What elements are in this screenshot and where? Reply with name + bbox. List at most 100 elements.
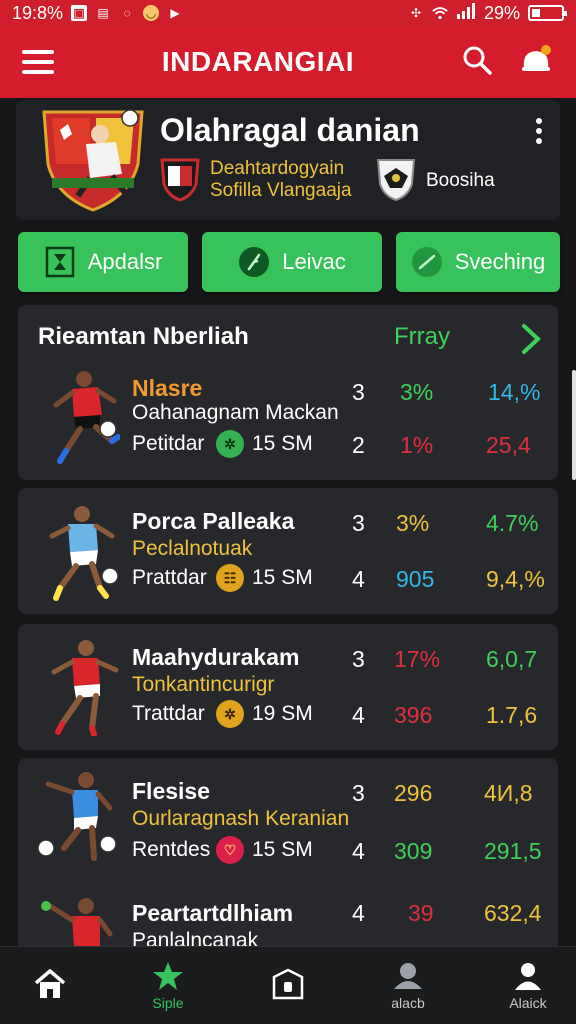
position-badge-icon: ♡ xyxy=(216,836,244,864)
player-time: 19 SM xyxy=(252,702,313,725)
status-left: 19:8% ▣ ▤ ◌ ◡ ▶ xyxy=(12,3,183,24)
stat-d1: 6,0,7 xyxy=(486,646,538,672)
link-icon: ✣ xyxy=(410,6,421,20)
player-card[interactable]: Rieamtan Nberliah Frray Nlasre Oahanagna… xyxy=(18,305,558,480)
battery-percent: 29% xyxy=(483,2,520,23)
stat-c2: 396 xyxy=(394,702,433,728)
status-right: ✣ 29% xyxy=(408,2,567,24)
app-notification-icon: ◡ xyxy=(143,5,160,21)
battery-level xyxy=(532,9,540,17)
match-title: Olahragal danian xyxy=(160,112,420,148)
signal-icon xyxy=(456,2,476,24)
battery-icon xyxy=(528,5,567,21)
chevron-right-icon[interactable] xyxy=(520,323,542,355)
profile-icon xyxy=(515,963,541,990)
tab-leivac[interactable]: Leivac xyxy=(202,232,382,292)
notifications-icon[interactable] xyxy=(518,42,554,83)
stat-a: 3 xyxy=(352,646,365,672)
home-team-name: Deahtardogyain Sofilla Vlangaaja xyxy=(210,158,352,202)
player-club: Peclalnotuak xyxy=(132,537,253,560)
player-card[interactable]: Porca Palleaka Peclalnotuak Prattdar ☷ 1… xyxy=(18,488,558,614)
home-team-line2: Sofilla Vlangaaja xyxy=(210,180,352,201)
gallery-icon: ▤ xyxy=(97,6,109,20)
status-time: 19:8% xyxy=(12,2,64,23)
search-icon[interactable] xyxy=(462,45,492,80)
stat-c2: 309 xyxy=(394,838,433,864)
more-options-icon[interactable] xyxy=(536,118,542,144)
home-team-line1: Deahtardogyain xyxy=(210,158,345,179)
nav-alaick[interactable]: Alaick xyxy=(478,947,576,1024)
tab-apdalsr[interactable]: Apdalsr xyxy=(18,232,188,292)
section-link[interactable]: Frray xyxy=(394,323,450,351)
stat-b: 4 xyxy=(352,566,365,592)
stat-a: 3 xyxy=(352,510,365,536)
home-icon xyxy=(34,969,66,998)
club-crest-icon xyxy=(42,109,144,212)
stat-c1: 3% xyxy=(400,379,434,405)
stat-a: 3 xyxy=(352,379,365,405)
nav-label: Siple xyxy=(152,995,184,1011)
player-club: Ourlaragnash Keranian xyxy=(132,807,350,830)
player-photo xyxy=(41,898,113,948)
player-name: Porca Palleaka xyxy=(132,508,295,534)
nav-label: Alaick xyxy=(509,995,547,1011)
player-time: 15 SM xyxy=(252,838,313,861)
app-title: INDARANGIAI xyxy=(161,46,355,77)
check-circle-icon xyxy=(411,246,443,278)
position-badge-icon: ✲ xyxy=(216,430,244,458)
stat-c2: 905 xyxy=(396,566,435,592)
player-card[interactable]: Maahydurakam Tonkantincurigr Trattdar ✲ … xyxy=(18,624,558,750)
match-header-card[interactable]: Olahragal danian Deahtardogyain Sofilla … xyxy=(16,100,560,220)
stat-c1: 17% xyxy=(394,646,441,672)
player-time: 15 SM xyxy=(252,432,313,455)
stat-a: 3 xyxy=(352,780,365,806)
nav-tickets[interactable] xyxy=(238,947,338,1024)
player-position: Prattdar xyxy=(132,566,207,589)
bottom-nav: Siple alacb Alaick xyxy=(0,946,576,1024)
player-name: Nlasre xyxy=(132,375,203,401)
stat-d1: 4.7% xyxy=(486,510,539,536)
feather-icon xyxy=(238,246,270,278)
nav-label: alacb xyxy=(391,995,425,1011)
stat-d2: 9,4,% xyxy=(486,566,545,592)
home-team-badge-icon xyxy=(160,158,200,202)
stat-d1: 632,4 xyxy=(484,900,542,926)
player-club: Tonkantincurigr xyxy=(132,673,275,696)
nav-home[interactable] xyxy=(0,947,100,1024)
player-name: Flesise xyxy=(132,778,210,804)
player-card[interactable]: Flesise Ourlaragnash Keranian Rentdes ♡ … xyxy=(18,758,558,952)
section-title: Rieamtan Nberliah xyxy=(38,323,249,350)
menu-icon[interactable] xyxy=(22,50,54,74)
stat-d1: 14,% xyxy=(488,379,541,405)
player-name: Peartartdlhiam xyxy=(132,900,294,926)
player-photo xyxy=(51,640,119,736)
stat-d2: 25,4 xyxy=(486,432,531,458)
stat-c1: 39 xyxy=(408,900,434,926)
tab-label: Leivac xyxy=(282,249,346,274)
message-icon: ▣ xyxy=(71,5,88,21)
away-team-badge-icon xyxy=(376,159,416,202)
nav-siple[interactable]: Siple xyxy=(118,947,218,1024)
player-position: Petitdar xyxy=(132,432,205,455)
stat-d1: 4И,8 xyxy=(484,780,533,806)
stat-a: 4 xyxy=(352,900,365,926)
player-position: Rentdes xyxy=(132,838,211,861)
play-icon: ▶ xyxy=(170,6,180,20)
position-badge-icon: ✲ xyxy=(216,700,244,728)
chat-icon xyxy=(394,963,422,989)
player-position: Trattdar xyxy=(132,702,205,725)
app-actions xyxy=(462,42,554,83)
stat-d2: 1.7,6 xyxy=(486,702,538,728)
player-photo xyxy=(53,371,120,464)
tab-sveching[interactable]: Sveching xyxy=(396,232,560,292)
stat-d2: 291,5 xyxy=(484,838,542,864)
player-photo xyxy=(37,772,117,861)
position-badge-icon: ☷ xyxy=(216,564,244,592)
nav-alacb[interactable]: alacb xyxy=(358,947,458,1024)
stat-c1: 296 xyxy=(394,780,433,806)
player-name: Maahydurakam xyxy=(132,644,300,670)
scroll-edge-handle[interactable] xyxy=(572,370,576,480)
player-time: 15 SM xyxy=(252,566,313,589)
app-bar: INDARANGIAI xyxy=(0,26,576,98)
stat-b: 4 xyxy=(352,838,365,864)
